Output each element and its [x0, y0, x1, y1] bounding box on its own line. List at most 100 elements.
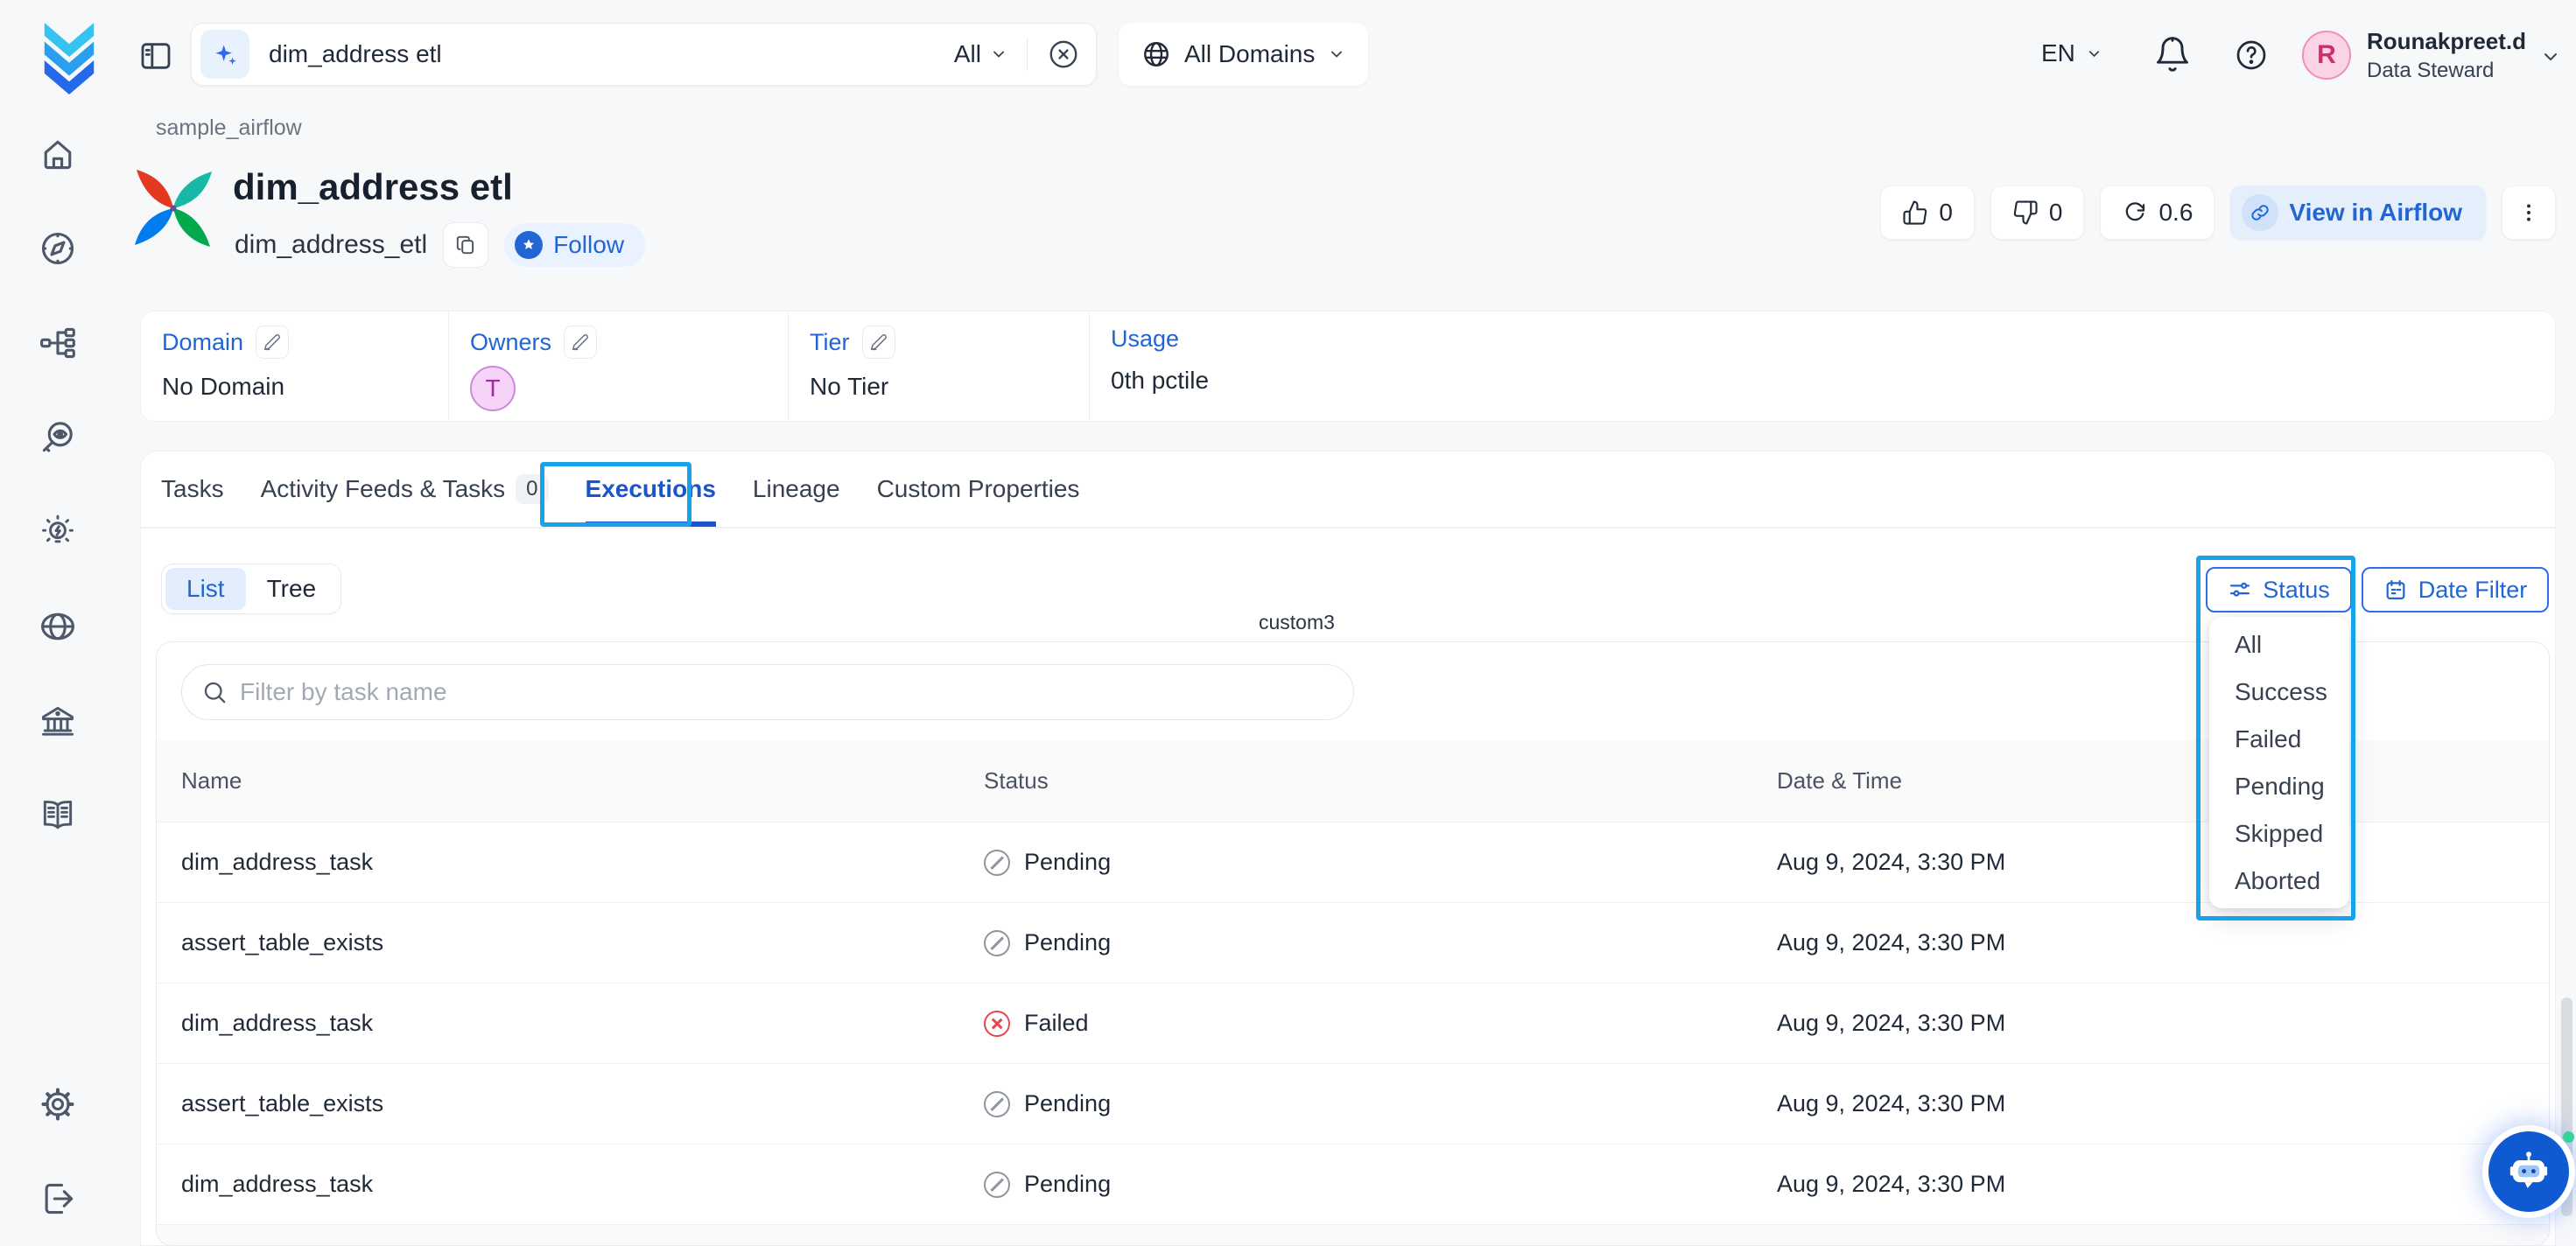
toggle-list[interactable]: List: [165, 568, 246, 610]
toggle-tree[interactable]: Tree: [246, 568, 338, 610]
tab-tasks[interactable]: Tasks: [161, 452, 224, 527]
status-cell: Pending: [984, 849, 1777, 876]
sidebar-home-icon[interactable]: [39, 135, 77, 173]
calendar-icon: [2383, 578, 2408, 602]
table-row[interactable]: dim_address_task Failed Aug 9, 2024, 3:30 …: [157, 983, 2549, 1063]
divider: [1027, 38, 1028, 71]
domain-value: No Domain: [162, 373, 448, 401]
sidebar-glossary-book-icon[interactable]: [39, 796, 77, 835]
status-option-all[interactable]: All: [2209, 621, 2349, 668]
table-row[interactable]: assert_table_existsPendingAug 9, 2024, 3…: [157, 1063, 2549, 1144]
all-domains-dropdown[interactable]: All Domains: [1119, 23, 1368, 86]
domain-label: Domain: [162, 329, 243, 356]
execution-datetime: Aug 9, 2024, 3:30 PM: [1777, 1010, 2549, 1037]
status-label: Pending: [1024, 1171, 1111, 1198]
chevron-down-icon: [1328, 46, 1345, 63]
language-selector[interactable]: EN: [2041, 39, 2102, 67]
chatbot-fab-button[interactable]: [2488, 1131, 2569, 1212]
executions-table-body: dim_address_task Pending Aug 9, 2024, 3:30…: [157, 822, 2549, 1224]
tab-activity-feeds[interactable]: Activity Feeds & Tasks 0: [261, 452, 549, 527]
thumbs-up-icon: [1902, 200, 1928, 226]
sidebar-explore-compass-icon[interactable]: [39, 229, 77, 268]
status-label: Failed: [1024, 1010, 1089, 1037]
owner-avatar-initial: T: [485, 374, 500, 402]
user-name: Rounakpreet.d: [2367, 28, 2526, 55]
tier-label: Tier: [810, 329, 850, 356]
edit-domain-icon[interactable]: [256, 326, 289, 359]
tab-custom-properties[interactable]: Custom Properties: [877, 452, 1080, 527]
execution-datetime: Aug 9, 2024, 3:30 PM: [1777, 1171, 2549, 1198]
custom3-label: custom3: [1259, 611, 1335, 634]
status-filter-button[interactable]: Status: [2206, 567, 2352, 612]
sidebar-govern-bank-icon[interactable]: [39, 702, 77, 740]
online-status-dot: [2563, 1131, 2574, 1143]
entity-name: dim_address_etl: [235, 230, 427, 260]
status-label: Pending: [1024, 929, 1111, 956]
status-option-success[interactable]: Success: [2209, 668, 2349, 716]
sidebar-insights-bulb-icon[interactable]: [39, 513, 77, 551]
breadcrumb[interactable]: sample_airflow: [156, 116, 302, 141]
globe-icon: [1141, 39, 1171, 69]
sidebar-settings-gear-icon[interactable]: [39, 1085, 77, 1124]
owner-avatar[interactable]: T: [470, 366, 516, 411]
search-scope-label: All: [954, 40, 981, 68]
executions-table: Name Status Date & Time dim_address_task…: [157, 740, 2549, 1246]
task-name: dim_address_task: [157, 1010, 984, 1037]
status-option-aborted[interactable]: Aborted: [2209, 858, 2349, 905]
table-row[interactable]: assert_table_existsPendingAug 9, 2024, 3…: [157, 902, 2549, 983]
date-filter-button[interactable]: Date Filter: [2362, 567, 2549, 612]
edit-tier-icon[interactable]: [862, 326, 895, 359]
downvote-button[interactable]: 0: [1990, 186, 2085, 240]
status-cell: Pending: [984, 1171, 1777, 1198]
table-row[interactable]: dim_address_taskPendingAug 9, 2024, 3:30…: [157, 822, 2549, 902]
sidebar-domains-globe-icon[interactable]: [39, 607, 77, 646]
robot-icon: [2505, 1148, 2552, 1195]
sidebar-lineage-flow-icon[interactable]: [39, 324, 77, 362]
tab-executions[interactable]: Executions: [586, 452, 716, 527]
global-search-input[interactable]: [269, 40, 954, 68]
sidebar-observability-icon[interactable]: [39, 418, 77, 457]
sliders-icon: [2228, 578, 2252, 602]
user-avatar[interactable]: R: [2302, 31, 2351, 80]
entity-name-row: dim_address_etl Follow: [235, 222, 645, 268]
status-filter-label: Status: [2263, 577, 2330, 604]
table-footer-strip: [157, 1224, 2549, 1246]
search-clear-icon[interactable]: [1047, 38, 1080, 71]
refresh-icon: [2122, 200, 2148, 226]
more-options-button[interactable]: [2502, 186, 2556, 240]
owners-label: Owners: [470, 329, 551, 356]
follow-star-icon: [515, 231, 543, 259]
table-row[interactable]: dim_address_task Pending Aug 9, 2024, 3:30…: [157, 1144, 2549, 1224]
tab-lineage[interactable]: Lineage: [753, 452, 840, 527]
user-menu-chevron-icon[interactable]: [2540, 46, 2561, 67]
app-root: All All Domains EN: [0, 0, 2576, 1246]
status-option-failed[interactable]: Failed: [2209, 716, 2349, 763]
status-option-pending[interactable]: Pending: [2209, 763, 2349, 810]
status-option-skipped[interactable]: Skipped: [2209, 810, 2349, 858]
upvote-button[interactable]: 0: [1880, 186, 1975, 240]
task-name: dim_address_task: [157, 1171, 984, 1198]
task-filter-box: [181, 664, 1354, 720]
edit-owners-icon[interactable]: [564, 326, 597, 359]
page-title: dim_address etl: [233, 166, 513, 208]
notifications-bell-icon[interactable]: [2153, 35, 2192, 74]
sidebar-toggle-icon[interactable]: [138, 38, 173, 74]
user-role: Data Steward: [2367, 59, 2526, 83]
search-scope-dropdown[interactable]: All: [954, 40, 1007, 68]
app-logo-icon[interactable]: [39, 19, 99, 94]
usage-label: Usage: [1111, 326, 1179, 353]
view-in-airflow-button[interactable]: View in Airflow: [2230, 186, 2486, 240]
help-icon[interactable]: [2234, 38, 2269, 73]
user-avatar-initial: R: [2317, 40, 2336, 70]
ai-sparkle-icon[interactable]: [200, 30, 249, 79]
global-search-bar: All: [191, 23, 1097, 86]
score-button[interactable]: 0.6: [2100, 186, 2215, 240]
copy-icon[interactable]: [443, 222, 488, 268]
chevron-down-icon: [2086, 46, 2102, 62]
task-filter-input[interactable]: [240, 678, 1334, 706]
score-value: 0.6: [2158, 199, 2193, 227]
follow-button[interactable]: Follow: [504, 223, 645, 267]
external-link-icon: [2242, 194, 2278, 231]
sidebar-logout-icon[interactable]: [39, 1180, 77, 1218]
task-name: assert_table_exists: [157, 929, 984, 956]
